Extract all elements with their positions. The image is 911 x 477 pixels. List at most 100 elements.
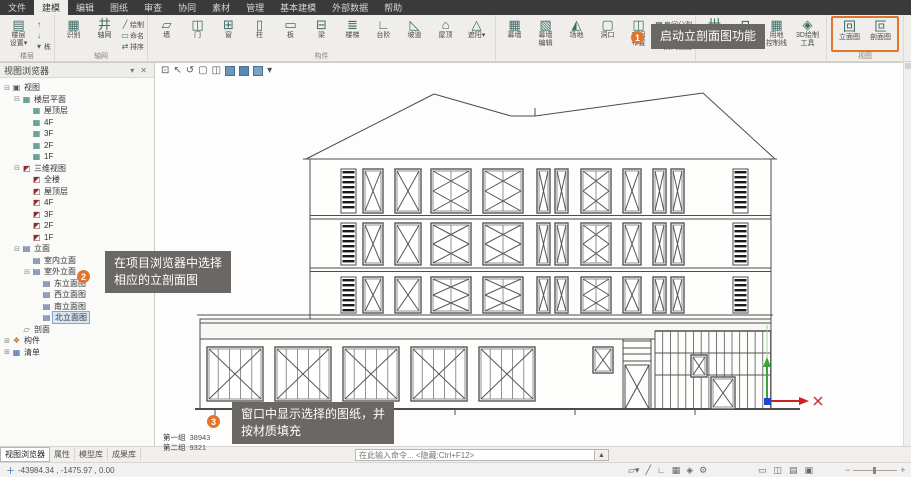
command-input[interactable] bbox=[355, 449, 595, 461]
tree-item-2F[interactable]: ◩2F bbox=[0, 220, 154, 232]
tree-item-icon: ◩ bbox=[21, 164, 32, 173]
tree-item-屋顶层[interactable]: ▦屋顶层 bbox=[0, 105, 154, 117]
drawing-aid-icon-3[interactable]: ▦ bbox=[672, 465, 681, 476]
tree-item-1F[interactable]: ◩1F bbox=[0, 232, 154, 244]
drawing-aid-icon-1[interactable]: ╱ bbox=[645, 465, 650, 476]
tree-item-4F[interactable]: ▦4F bbox=[0, 117, 154, 129]
tree-item-icon: ▦ bbox=[31, 106, 42, 115]
panel-tab-视图浏览器[interactable]: 视图浏览器 bbox=[0, 447, 50, 462]
roof-button[interactable]: ⌂屋顶 bbox=[430, 16, 461, 52]
tree-item-1F[interactable]: ▦1F bbox=[0, 151, 154, 163]
drawing-aid-icon-2[interactable]: ∟ bbox=[657, 465, 666, 476]
floor-settings-button[interactable]: ▤楼层 设置▾ bbox=[3, 16, 34, 52]
elevation-view-button[interactable]: 回立面图 bbox=[834, 18, 865, 50]
menu-tab-建模[interactable]: 建模 bbox=[34, 0, 68, 15]
menu-tab-图纸[interactable]: 图纸 bbox=[102, 0, 136, 15]
panel-pin-icon[interactable]: ▾ bbox=[127, 66, 137, 75]
tree-item-三维视图[interactable]: ⊟◩三维视图 bbox=[0, 163, 154, 175]
zoom-slider[interactable]: − + bbox=[845, 465, 906, 475]
tree-item-label: 3F bbox=[42, 210, 55, 219]
tree-expander-icon[interactable]: ⊟ bbox=[13, 95, 21, 103]
ribbon-group-label bbox=[499, 52, 692, 61]
tree-item-label: 清单 bbox=[22, 347, 42, 358]
section-view-button[interactable]: 叵剖面图 bbox=[865, 18, 896, 50]
menu-tab-素材[interactable]: 素材 bbox=[204, 0, 238, 15]
menu-tab-协同[interactable]: 协同 bbox=[170, 0, 204, 15]
drawing-aid-icon-0[interactable]: ▱▾ bbox=[628, 465, 639, 476]
menu-tab-审查[interactable]: 审查 bbox=[136, 0, 170, 15]
sort-button[interactable]: ⇄排序 bbox=[120, 41, 144, 52]
panel-tab-成果库[interactable]: 成果库 bbox=[108, 448, 141, 461]
floor-down-button[interactable]: ↓ bbox=[34, 30, 51, 41]
menu-tab-外部数据[interactable]: 外部数据 bbox=[324, 0, 376, 15]
zoom-in-button[interactable]: + bbox=[900, 465, 905, 475]
tree-item-3F[interactable]: ▦3F bbox=[0, 128, 154, 140]
site-control-line-button[interactable]: ▦用地 控制线 bbox=[761, 16, 792, 52]
drawing-aid-icon-4[interactable]: ◈ bbox=[686, 465, 693, 476]
sunshade-button[interactable]: △遮阳▾ bbox=[461, 16, 492, 52]
tree-item-2F[interactable]: ▦2F bbox=[0, 140, 154, 152]
tree-item-构件[interactable]: ⊞❖构件 bbox=[0, 335, 154, 347]
tree-item-清单[interactable]: ⊞▦清单 bbox=[0, 347, 154, 359]
tree-item-label: 1F bbox=[42, 152, 55, 161]
panel-close-icon[interactable]: ✕ bbox=[137, 66, 150, 75]
beam-button[interactable]: ⊟梁 bbox=[306, 16, 337, 52]
status-view-icons: ▭ ◫ ▤ ▣ bbox=[758, 465, 813, 476]
tree-item-4F[interactable]: ◩4F bbox=[0, 197, 154, 209]
tree-item-3F[interactable]: ◩3F bbox=[0, 209, 154, 221]
menu-tab-编辑[interactable]: 编辑 bbox=[68, 0, 102, 15]
status-view-icon-0[interactable]: ▭ bbox=[758, 465, 767, 476]
tree-expander-icon[interactable]: ⊟ bbox=[13, 245, 21, 253]
drawing-canvas[interactable]: ⊡↖↺▢◫▾ bbox=[155, 62, 903, 446]
tree-expander-icon[interactable]: ⊞ bbox=[3, 348, 11, 356]
naming-button[interactable]: ▭命名 bbox=[120, 30, 144, 41]
tree-item-北立面图[interactable]: ▤北立面图 bbox=[0, 312, 154, 324]
opening-button[interactable]: ▢洞口 bbox=[592, 16, 623, 52]
site-button[interactable]: ◭场地 bbox=[561, 16, 592, 52]
status-view-icon-2[interactable]: ▤ bbox=[789, 465, 798, 476]
status-view-icon-1[interactable]: ◫ bbox=[774, 465, 783, 476]
zoom-slider-track[interactable] bbox=[853, 470, 897, 471]
tree-item-剖面[interactable]: ▱剖面 bbox=[0, 324, 154, 336]
tree-item-全楼[interactable]: ◩全楼 bbox=[0, 174, 154, 186]
elevation-view-label: 立面图 bbox=[839, 34, 860, 42]
wall-button[interactable]: ▱墙 bbox=[151, 16, 182, 52]
window-button[interactable]: ⊞窗 bbox=[213, 16, 244, 52]
curtain-wall-button[interactable]: ▦幕墙 bbox=[499, 16, 530, 52]
grid-button[interactable]: 井轴网 bbox=[89, 16, 120, 52]
curtain-wall-edit-button[interactable]: ▧幕墙 编辑 bbox=[530, 16, 561, 52]
tree-expander-icon[interactable]: ⊟ bbox=[3, 84, 11, 92]
tree-item-label: 北立面图 bbox=[52, 311, 90, 324]
menu-tab-文件[interactable]: 文件 bbox=[0, 0, 34, 15]
tree-expander-icon[interactable]: ⊟ bbox=[13, 164, 21, 172]
zoom-out-button[interactable]: − bbox=[845, 465, 850, 475]
slab-button[interactable]: ▭板 bbox=[275, 16, 306, 52]
ramp-button[interactable]: ◺坡道 bbox=[399, 16, 430, 52]
drawing-aid-icon-5[interactable]: ⚙ bbox=[699, 465, 707, 476]
command-expand-button[interactable]: ▲ bbox=[595, 449, 609, 461]
floor-up-button[interactable]: ↑ bbox=[34, 19, 51, 30]
tree-expander-icon[interactable]: ⊞ bbox=[3, 337, 11, 345]
door-button[interactable]: ◫门 bbox=[182, 16, 213, 52]
column-button[interactable]: ▯柱 bbox=[244, 16, 275, 52]
tree-item-视图[interactable]: ⊟▣视图 bbox=[0, 82, 154, 94]
tree-item-楼层平面[interactable]: ⊟▦楼层平面 bbox=[0, 94, 154, 106]
menu-tab-管理[interactable]: 管理 bbox=[238, 0, 272, 15]
tree-item-屋顶层[interactable]: ◩屋顶层 bbox=[0, 186, 154, 198]
stair-button[interactable]: ≣楼梯 bbox=[337, 16, 368, 52]
draw-button[interactable]: ╱绘制 bbox=[120, 19, 144, 30]
canvas-scrollbar[interactable] bbox=[903, 62, 911, 446]
tree-expander-icon[interactable]: ⊟ bbox=[23, 268, 31, 276]
panel-tab-模型库[interactable]: 模型库 bbox=[75, 448, 108, 461]
panel-tab-属性[interactable]: 属性 bbox=[50, 448, 75, 461]
tree-item-icon: ▤ bbox=[31, 267, 42, 276]
3d-draw-tools-button[interactable]: ◈3D绘制 工具 bbox=[792, 16, 823, 52]
recognize-button[interactable]: ▦识别 bbox=[58, 16, 89, 52]
menu-tab-基本建模[interactable]: 基本建模 bbox=[272, 0, 324, 15]
zoom-slider-thumb[interactable] bbox=[873, 467, 876, 474]
status-view-icon-3[interactable]: ▣ bbox=[805, 465, 814, 476]
menu-tab-帮助[interactable]: 帮助 bbox=[376, 0, 410, 15]
site-control-line-icon: ▦ bbox=[770, 18, 782, 32]
steps-button[interactable]: ∟台阶 bbox=[368, 16, 399, 52]
building-select-button[interactable]: ▾栋 bbox=[34, 41, 51, 52]
